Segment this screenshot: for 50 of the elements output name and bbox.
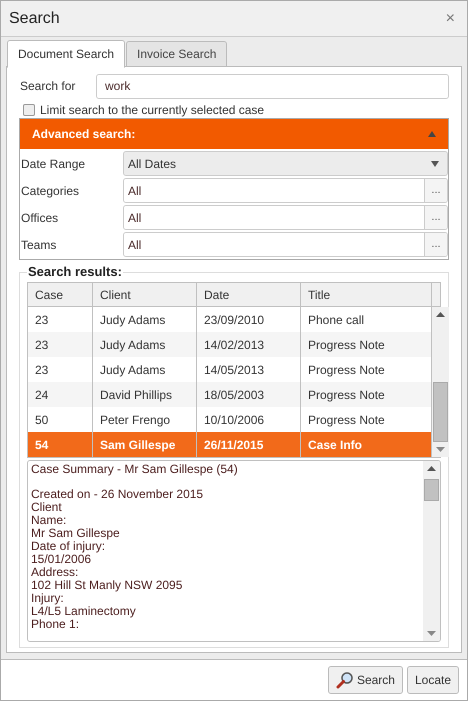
window-title: Search [9, 8, 60, 28]
scroll-down-icon[interactable] [427, 631, 436, 636]
summary-line: Client [31, 501, 63, 514]
summary-line: Address: [31, 566, 80, 579]
summary-line: Name: [31, 514, 68, 527]
table-cell: 54 [28, 432, 93, 457]
summary-line: Created on - 26 November 2015 [31, 488, 204, 501]
scroll-thumb[interactable] [433, 382, 448, 442]
result-row[interactable]: 24 David Phillips 18/05/2003 Progress Note [28, 382, 432, 407]
column-header[interactable]: Case [28, 283, 93, 306]
summary-line: Mr Sam Gillespe [31, 527, 121, 540]
summary-line: Phone 1: [31, 618, 80, 631]
field-label: Teams [20, 236, 58, 254]
close-button[interactable]: × [442, 6, 459, 30]
tab[interactable]: Invoice Search [126, 41, 228, 67]
table-cell: Sam Gillespe [93, 432, 197, 457]
scroll-up-icon[interactable] [436, 312, 445, 317]
collapse-icon[interactable] [428, 131, 436, 137]
scroll-up-icon[interactable] [427, 466, 436, 471]
search-button[interactable]: Search [328, 666, 403, 694]
dropdown-value: All Dates [128, 156, 176, 172]
dropdown-arrow-icon [431, 160, 439, 166]
summary-line: 102 Hill St Manly NSW 2095 [31, 579, 184, 592]
scrollbar[interactable] [432, 307, 449, 457]
field-label: Date Range [20, 156, 86, 172]
summary-line: 15/01/2006 [31, 553, 92, 566]
scroll-down-icon[interactable] [436, 447, 445, 452]
summary-line: L4/L5 Laminectomy [31, 605, 137, 618]
summary-line: Case Summary - Mr Sam Gillespe (54) [31, 463, 239, 476]
column-header[interactable]: Date [197, 283, 301, 306]
column-header[interactable]: Title [301, 283, 432, 306]
limit-label: Limit search to the currently selected case [40, 102, 264, 119]
limit-checkbox[interactable] [23, 104, 35, 116]
search-icon [336, 671, 354, 689]
scroll-thumb[interactable] [424, 479, 439, 501]
table-cell: 26/11/2015 [197, 432, 301, 457]
search-field[interactable]: work [96, 74, 449, 98]
field-label: Categories [20, 182, 80, 200]
field-label: Offices [20, 210, 60, 226]
summary-textarea[interactable]: Case Summary - Mr Sam Gillespe (54) Created on - 26 November 2015 Client Name: Mr Sam Gillespe Date of injury: 15/01/2006 Address: 102 Hill St Manly NSW 2095 Injury: L4/L5 Laminectomy Phone 1: [27, 460, 441, 642]
date-range-dropdown[interactable]: All Dates [123, 151, 448, 176]
summary-line: Injury: [31, 592, 65, 605]
scrollbar[interactable] [423, 461, 440, 641]
tab[interactable]: Document Search [7, 40, 126, 68]
search-for-label: Search for [19, 78, 76, 95]
column-header[interactable]: Client [93, 283, 197, 306]
locate-button[interactable]: Locate [406, 666, 459, 694]
advanced-search-title: Advanced search: [32, 126, 136, 143]
summary-line: Date of injury: [31, 540, 106, 553]
result-row[interactable]: 23 Judy Adams 14/02/2013 Progress Note [28, 332, 432, 357]
